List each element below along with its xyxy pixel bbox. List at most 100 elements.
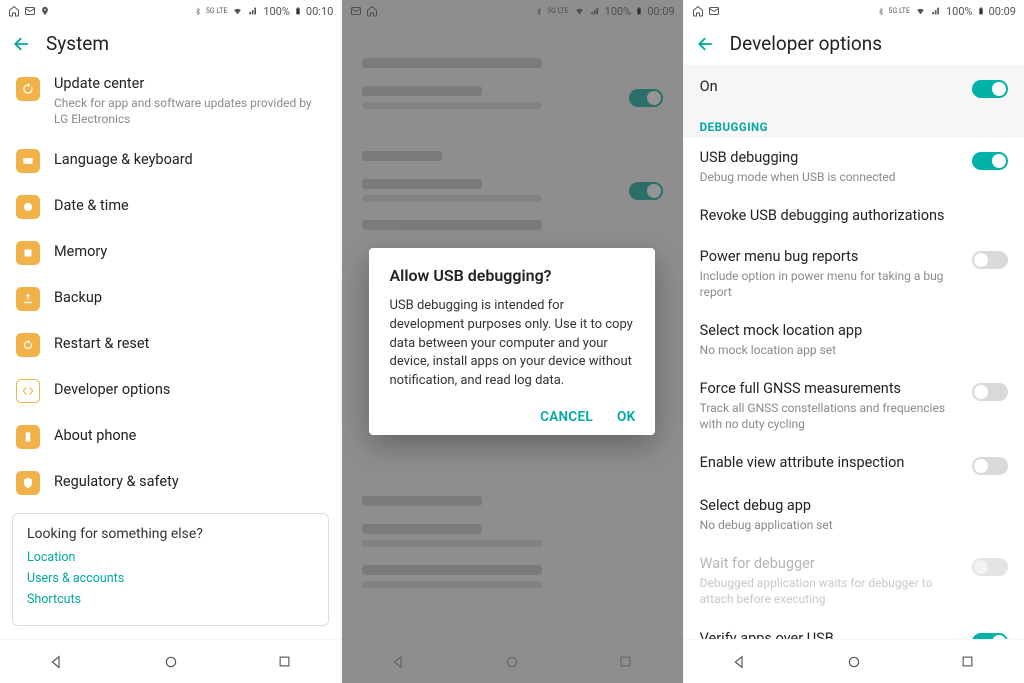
item-backup[interactable]: Backup	[0, 275, 341, 321]
network-label: 5G LTE	[206, 8, 227, 15]
item-title: Backup	[54, 289, 325, 308]
item-title: Select mock location app	[700, 322, 1008, 341]
clock: 00:09	[989, 5, 1016, 18]
nav-recent-icon[interactable]	[957, 652, 977, 672]
item-sub: Include option in power menu for taking …	[700, 268, 958, 300]
nav-bar	[0, 639, 341, 683]
wifi-icon	[914, 6, 927, 16]
item-usb-debugging[interactable]: USB debugging Debug mode when USB is con…	[684, 138, 1024, 196]
memory-icon	[16, 241, 40, 265]
item-title: Force full GNSS measurements	[700, 380, 958, 399]
item-wait-for-debugger: Wait for debugger Debugged application w…	[684, 544, 1024, 618]
location-icon	[40, 5, 50, 17]
developer-icon	[16, 379, 40, 403]
item-memory[interactable]: Memory	[0, 229, 341, 275]
toggle-view-attr-inspection[interactable]	[972, 457, 1008, 475]
item-developer-options[interactable]: Developer options	[0, 367, 341, 413]
pane-system: 5G LTE 100% 00:10 System Update center C…	[0, 0, 341, 683]
master-toggle[interactable]	[972, 80, 1008, 98]
modal-overlay: Allow USB debugging? USB debugging is in…	[342, 0, 682, 683]
nav-back-icon[interactable]	[47, 652, 67, 672]
page-title: System	[46, 32, 109, 55]
looking-for-card: Looking for something else? Location Use…	[12, 513, 329, 626]
item-select-mock-location[interactable]: Select mock location app No mock locatio…	[684, 311, 1024, 369]
nav-home-icon[interactable]	[161, 652, 181, 672]
toggle-force-full-gnss[interactable]	[972, 383, 1008, 401]
toggle-verify-apps-over-usb[interactable]	[972, 633, 1008, 639]
item-title: Regulatory & safety	[54, 473, 325, 492]
clock: 00:10	[306, 5, 333, 18]
nav-home-icon[interactable]	[844, 652, 864, 672]
item-sub: Debugged application waits for debugger …	[700, 575, 958, 607]
dev-options-list: USB debugging Debug mode when USB is con…	[684, 138, 1024, 639]
ok-button[interactable]: OK	[617, 409, 635, 425]
item-restart-reset[interactable]: Restart & reset	[0, 321, 341, 367]
item-update-center[interactable]: Update center Check for app and software…	[0, 65, 341, 137]
item-power-menu-bug-reports[interactable]: Power menu bug reports Include option in…	[684, 237, 1024, 311]
cancel-button[interactable]: CANCEL	[540, 409, 593, 425]
item-force-full-gnss[interactable]: Force full GNSS measurements Track all G…	[684, 369, 1024, 443]
item-sub: Track all GNSS constellations and freque…	[700, 400, 958, 432]
regulatory-icon	[16, 471, 40, 495]
bluetooth-icon	[877, 6, 885, 17]
header: Developer options	[684, 22, 1024, 65]
item-title: Select debug app	[700, 497, 1008, 516]
item-date-time[interactable]: Date & time	[0, 183, 341, 229]
nav-back-icon[interactable]	[389, 652, 409, 672]
home-icon	[692, 5, 704, 17]
link-location[interactable]: Location	[27, 550, 314, 565]
item-about-phone[interactable]: About phone	[0, 413, 341, 459]
item-enable-view-attr-inspection[interactable]: Enable view attribute inspection	[684, 443, 1024, 486]
item-sub: No debug application set	[700, 517, 1008, 533]
nav-recent-icon[interactable]	[274, 652, 294, 672]
item-select-debug-app[interactable]: Select debug app No debug application se…	[684, 486, 1024, 544]
signal-icon	[931, 6, 942, 16]
section-debugging: DEBUGGING	[684, 110, 1024, 138]
item-title: Wait for debugger	[700, 555, 958, 574]
nav-back-icon[interactable]	[730, 652, 750, 672]
item-title: Enable view attribute inspection	[700, 454, 958, 473]
status-bar: 5G LTE 100% 00:09	[684, 0, 1024, 22]
phone-icon	[16, 425, 40, 449]
item-title: Revoke USB debugging authorizations	[700, 207, 1008, 226]
on-label: On	[700, 78, 718, 97]
card-title: Looking for something else?	[27, 526, 314, 542]
back-icon[interactable]	[696, 34, 716, 54]
bluetooth-icon	[194, 6, 202, 17]
item-title: Memory	[54, 243, 325, 262]
backup-icon	[16, 287, 40, 311]
header: System	[0, 22, 341, 65]
link-users-accounts[interactable]: Users & accounts	[27, 571, 314, 586]
item-title: Developer options	[54, 381, 325, 400]
nav-bar	[684, 639, 1024, 683]
item-verify-apps-over-usb[interactable]: Verify apps over USB Check apps installe…	[684, 619, 1024, 639]
update-icon	[16, 77, 40, 101]
link-shortcuts[interactable]: Shortcuts	[27, 592, 314, 607]
settings-list: Update center Check for app and software…	[0, 65, 341, 639]
signal-icon	[248, 6, 259, 16]
item-title: Restart & reset	[54, 335, 325, 354]
toggle-usb-debugging[interactable]	[972, 152, 1008, 170]
battery-percent: 100%	[263, 5, 290, 18]
item-language-keyboard[interactable]: Language & keyboard	[0, 137, 341, 183]
reset-icon	[16, 333, 40, 357]
wifi-icon	[231, 6, 244, 16]
toggle-power-menu-bug-reports[interactable]	[972, 251, 1008, 269]
battery-icon	[294, 5, 302, 17]
dialog-body: USB debugging is intended for developmen…	[389, 297, 635, 391]
mail-icon	[708, 5, 720, 17]
dialog-title: Allow USB debugging?	[389, 266, 635, 285]
item-title: About phone	[54, 427, 325, 446]
network-label: 5G LTE	[889, 7, 910, 15]
item-title: Power menu bug reports	[700, 248, 958, 267]
home-icon	[8, 5, 20, 17]
item-sub: Check for app and software updates provi…	[54, 95, 325, 127]
nav-home-icon[interactable]	[502, 652, 522, 672]
battery-percent: 100%	[946, 5, 973, 18]
back-icon[interactable]	[12, 34, 32, 54]
item-regulatory-safety[interactable]: Regulatory & safety	[0, 459, 341, 505]
nav-recent-icon[interactable]	[616, 652, 636, 672]
item-revoke-usb-auth[interactable]: Revoke USB debugging authorizations	[684, 196, 1024, 237]
master-toggle-row[interactable]: On	[684, 65, 1024, 110]
pane-developer-options: 5G LTE 100% 00:09 Developer options On D…	[683, 0, 1024, 683]
